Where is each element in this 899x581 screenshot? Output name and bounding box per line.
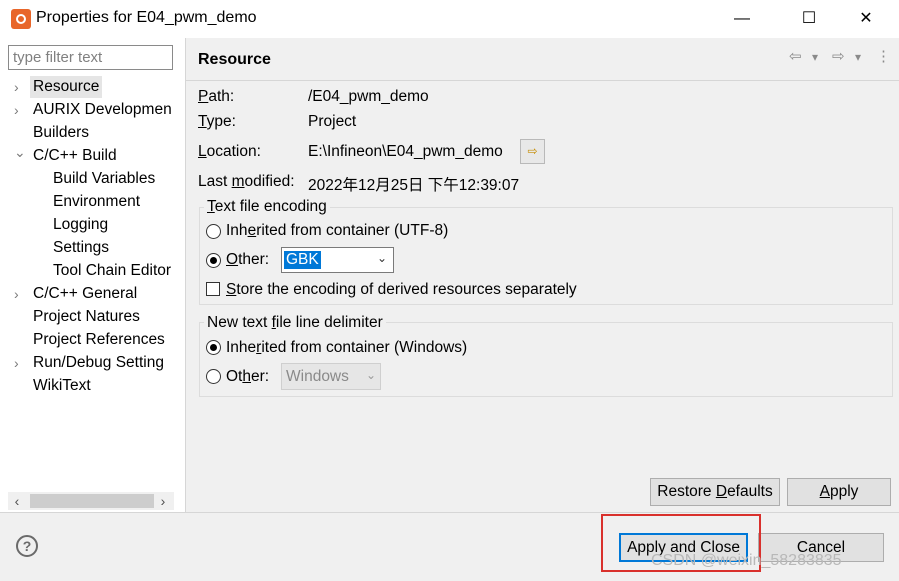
encoding-inherited-label[interactable]: Inherited from container (UTF-8) (226, 222, 448, 240)
scrollbar-thumb[interactable] (30, 494, 154, 508)
tree-item-logging[interactable]: Logging (53, 214, 108, 236)
tree-item-tool-chain-editor[interactable]: Tool Chain Editor (53, 260, 176, 282)
watermark: CSDN @weixin_58283835 (651, 552, 842, 569)
encoding-other-value[interactable]: GBK (284, 251, 321, 269)
encoding-inherited-radio[interactable] (206, 224, 221, 239)
tree-item-label: Run/Debug Setting (33, 354, 164, 371)
chevron-right-icon[interactable]: › (14, 352, 28, 374)
tree-item-label: Resource (30, 76, 103, 98)
encoding-other-radio[interactable] (206, 253, 221, 268)
maximize-button[interactable]: ☐ (786, 5, 832, 33)
forward-menu-icon[interactable]: ▾ (855, 50, 861, 64)
location-value: E:\Infineon\E04_pwm_demo (308, 143, 503, 160)
forward-arrow-icon[interactable]: ⇨ (832, 47, 845, 65)
modified-value: 2022年12月25日 下午12:39:07 (308, 177, 520, 194)
tree-item-label: C/C++ General (33, 285, 138, 302)
show-in-explorer-icon[interactable]: ⇨ (520, 139, 545, 164)
tree-item-label: C/C++ Build (33, 147, 117, 164)
close-button[interactable]: ✕ (843, 5, 889, 33)
tree-item-wikitext[interactable]: WikiText (33, 375, 91, 397)
tree-item-project-references[interactable]: Project References (33, 329, 165, 351)
tree-item-build-variables[interactable]: Build Variables (53, 168, 155, 190)
tree-item-aurix[interactable]: › AURIX Developmen (0, 99, 180, 121)
more-options-icon[interactable]: ⋮ (876, 47, 891, 65)
restore-defaults-button[interactable]: Restore Defaults (650, 478, 780, 506)
filter-input[interactable]: type filter text (8, 45, 173, 70)
apply-button[interactable]: Apply (787, 478, 891, 506)
chevron-right-icon[interactable]: › (14, 99, 28, 121)
tree-item-builders[interactable]: Builders (33, 122, 89, 144)
tree-item-cpp-build[interactable]: ⌄ C/C++ Build (0, 144, 180, 167)
chevron-down-icon[interactable]: ⌄ (14, 141, 28, 163)
tree-item-cpp-general[interactable]: › C/C++ General (0, 283, 180, 305)
tree-item-run-debug[interactable]: › Run/Debug Setting (0, 352, 180, 374)
help-icon[interactable]: ? (16, 535, 38, 557)
chevron-right-icon[interactable]: › (14, 76, 28, 98)
location-label: Location: (198, 143, 261, 160)
scroll-right-icon[interactable]: › (155, 492, 171, 510)
encoding-other-combo[interactable]: GBK ⌄ (281, 247, 394, 273)
window-title: Properties for E04_pwm_demo (36, 9, 257, 26)
back-menu-icon[interactable]: ▾ (812, 50, 818, 64)
minimize-button[interactable]: — (719, 5, 765, 33)
page-title: Resource (198, 51, 271, 68)
delimiter-other-combo[interactable]: Windows ⌄ (281, 363, 381, 390)
tree-item-resource[interactable]: › Resource (0, 76, 180, 98)
app-icon (11, 9, 31, 29)
type-label: Type: (198, 113, 236, 130)
delimiter-inherited-radio[interactable] (206, 340, 221, 355)
chevron-right-icon[interactable]: › (14, 283, 28, 305)
back-arrow-icon[interactable]: ⇦ (789, 47, 802, 65)
delimiter-other-radio[interactable] (206, 369, 221, 384)
store-encoding-checkbox[interactable] (206, 282, 220, 296)
scroll-left-icon[interactable]: ‹ (9, 492, 25, 510)
delimiter-other-value: Windows (286, 368, 349, 385)
tree-item-label: AURIX Developmen (33, 101, 172, 118)
path-value: /E04_pwm_demo (308, 88, 429, 105)
chevron-down-icon[interactable]: ⌄ (377, 251, 387, 265)
chevron-down-icon: ⌄ (366, 368, 377, 382)
store-encoding-label[interactable]: Store the encoding of derived resources … (226, 281, 577, 299)
delimiter-inherited-label[interactable]: Inherited from container (Windows) (226, 339, 467, 357)
delimiter-other-label[interactable]: Other: (226, 368, 269, 386)
tree-item-environment[interactable]: Environment (53, 191, 140, 213)
tree-item-settings[interactable]: Settings (53, 237, 109, 259)
line-delimiter-legend: New text file line delimiter (204, 314, 386, 332)
tree-item-project-natures[interactable]: Project Natures (33, 306, 140, 328)
text-encoding-legend: Text file encoding (204, 198, 330, 216)
encoding-other-label[interactable]: Other: (226, 251, 269, 269)
path-label: Path: (198, 88, 235, 105)
type-value: Project (308, 113, 357, 130)
modified-label: Last modified: (198, 173, 295, 190)
